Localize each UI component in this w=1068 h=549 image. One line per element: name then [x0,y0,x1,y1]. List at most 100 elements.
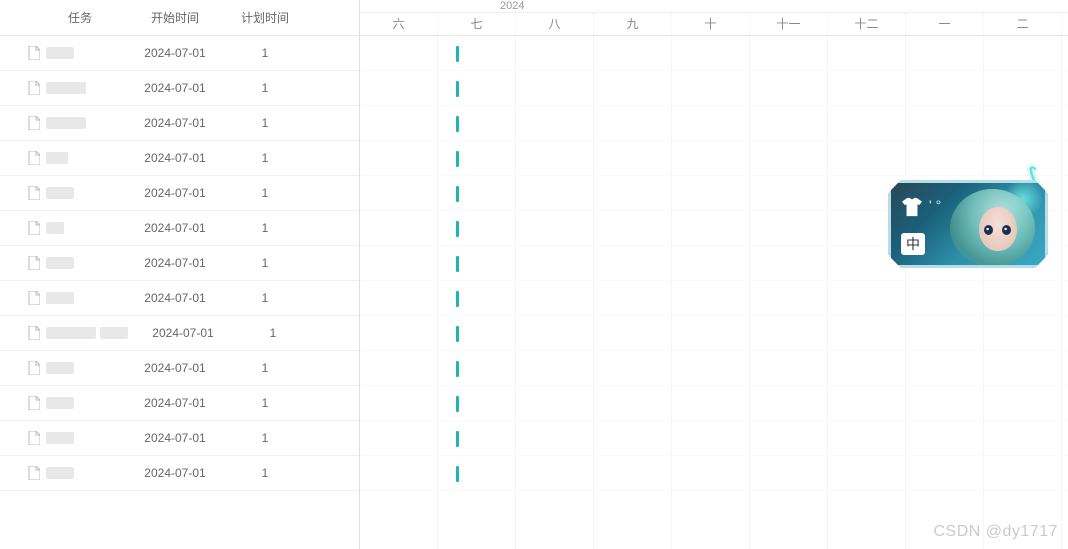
task-row[interactable]: 2024-07-011 [0,421,359,456]
gantt-year-label: 2024 [500,0,524,12]
task-name-blurred [46,467,74,479]
task-list-header: 任务 开始时间 计划时间 [0,0,359,36]
gantt-month-cell: 二 [984,13,1062,35]
task-row[interactable]: 2024-07-011 [0,176,359,211]
gantt-month-cell: 九 [594,13,672,35]
gantt-body[interactable] [360,36,1068,549]
document-icon [28,221,40,235]
gantt-header: 2024 六七八九十十一十二一二 [360,0,1068,36]
task-plan-cell: 1 [230,186,300,200]
gantt-month-cell: 六 [360,13,438,35]
task-start-cell: 2024-07-01 [120,361,230,375]
task-plan-cell: 1 [230,46,300,60]
gantt-month-row: 六七八九十十一十二一二 [360,13,1068,35]
task-plan-cell: 1 [230,256,300,270]
document-icon [28,151,40,165]
gantt-bar[interactable] [456,326,459,342]
task-start-cell: 2024-07-01 [120,466,230,480]
task-list-body: 2024-07-0112024-07-0112024-07-0112024-07… [0,36,359,549]
task-name-blurred [46,327,96,339]
task-name-cell [0,466,120,480]
task-name-blurred [46,47,74,59]
gantt-bar[interactable] [456,186,459,202]
gantt-bar[interactable] [456,396,459,412]
task-name-blurred [46,152,68,164]
task-name-blurred [46,362,74,374]
task-row[interactable]: 2024-07-011 [0,36,359,71]
gantt-month-cell: 八 [516,13,594,35]
task-start-cell: 2024-07-01 [120,116,230,130]
header-plan-time: 计划时间 [230,9,300,26]
task-row[interactable]: 2024-07-011 [0,386,359,421]
gantt-month-cell: 十一 [750,13,828,35]
task-row[interactable]: 2024-07-011 [0,106,359,141]
gantt-row[interactable] [360,281,1068,316]
task-name-cell [0,151,120,165]
gantt-row[interactable] [360,316,1068,351]
task-name-blurred [46,222,64,234]
task-name-blurred [46,187,74,199]
task-row[interactable]: 2024-07-011 [0,456,359,491]
task-name-cell [0,396,120,410]
gantt-bar[interactable] [456,46,459,62]
gantt-row[interactable] [360,141,1068,176]
task-name-cell [0,431,120,445]
document-icon [28,466,40,480]
gantt-row[interactable] [360,71,1068,106]
assistant-widget[interactable]: ⟆ ' ° 中 [888,180,1048,268]
task-row[interactable]: 2024-07-011 [0,71,359,106]
gantt-year-row: 2024 [360,0,1068,13]
gantt-row[interactable] [360,421,1068,456]
gantt-bar[interactable] [456,81,459,97]
task-start-cell: 2024-07-01 [120,256,230,270]
document-icon [28,46,40,60]
gantt-bar[interactable] [456,291,459,307]
task-list-pane: 任务 开始时间 计划时间 2024-07-0112024-07-0112024-… [0,0,360,549]
task-plan-cell: 1 [230,81,300,95]
task-plan-cell: 1 [238,326,308,340]
gantt-bar[interactable] [456,116,459,132]
gantt-row[interactable] [360,106,1068,141]
task-row[interactable]: 2024-07-011 [0,351,359,386]
gantt-bar[interactable] [456,431,459,447]
task-row[interactable]: 2024-07-011 [0,316,359,351]
task-start-cell: 2024-07-01 [120,151,230,165]
task-plan-cell: 1 [230,431,300,445]
gantt-row[interactable] [360,386,1068,421]
gantt-row[interactable] [360,456,1068,491]
task-row[interactable]: 2024-07-011 [0,211,359,246]
task-start-cell: 2024-07-01 [120,221,230,235]
task-start-cell: 2024-07-01 [120,81,230,95]
task-plan-cell: 1 [230,221,300,235]
task-name-blurred [46,432,74,444]
document-icon [28,186,40,200]
task-name-blurred [46,397,74,409]
gantt-bar[interactable] [456,151,459,167]
task-row[interactable]: 2024-07-011 [0,141,359,176]
gantt-row[interactable] [360,351,1068,386]
gantt-month-cell: 一 [906,13,984,35]
gantt-bar[interactable] [456,221,459,237]
gantt-row[interactable] [360,36,1068,71]
task-name-cell [0,256,120,270]
task-row[interactable]: 2024-07-011 [0,246,359,281]
document-icon [28,361,40,375]
gantt-bar[interactable] [456,361,459,377]
gantt-bar[interactable] [456,256,459,272]
document-icon [28,291,40,305]
task-start-cell: 2024-07-01 [120,431,230,445]
task-row[interactable]: 2024-07-011 [0,281,359,316]
gantt-month-cell: 十 [672,13,750,35]
document-icon [28,116,40,130]
task-name-cell [0,46,120,60]
task-name-cell [0,221,120,235]
task-name-cell [0,361,120,375]
document-icon [28,326,40,340]
task-name-blurred [100,327,128,339]
assistant-dots-icon: ' ° [929,197,941,213]
shirt-icon [901,197,923,223]
task-plan-cell: 1 [230,151,300,165]
task-name-blurred [46,117,86,129]
gantt-bar[interactable] [456,466,459,482]
task-name-cell [0,326,128,340]
